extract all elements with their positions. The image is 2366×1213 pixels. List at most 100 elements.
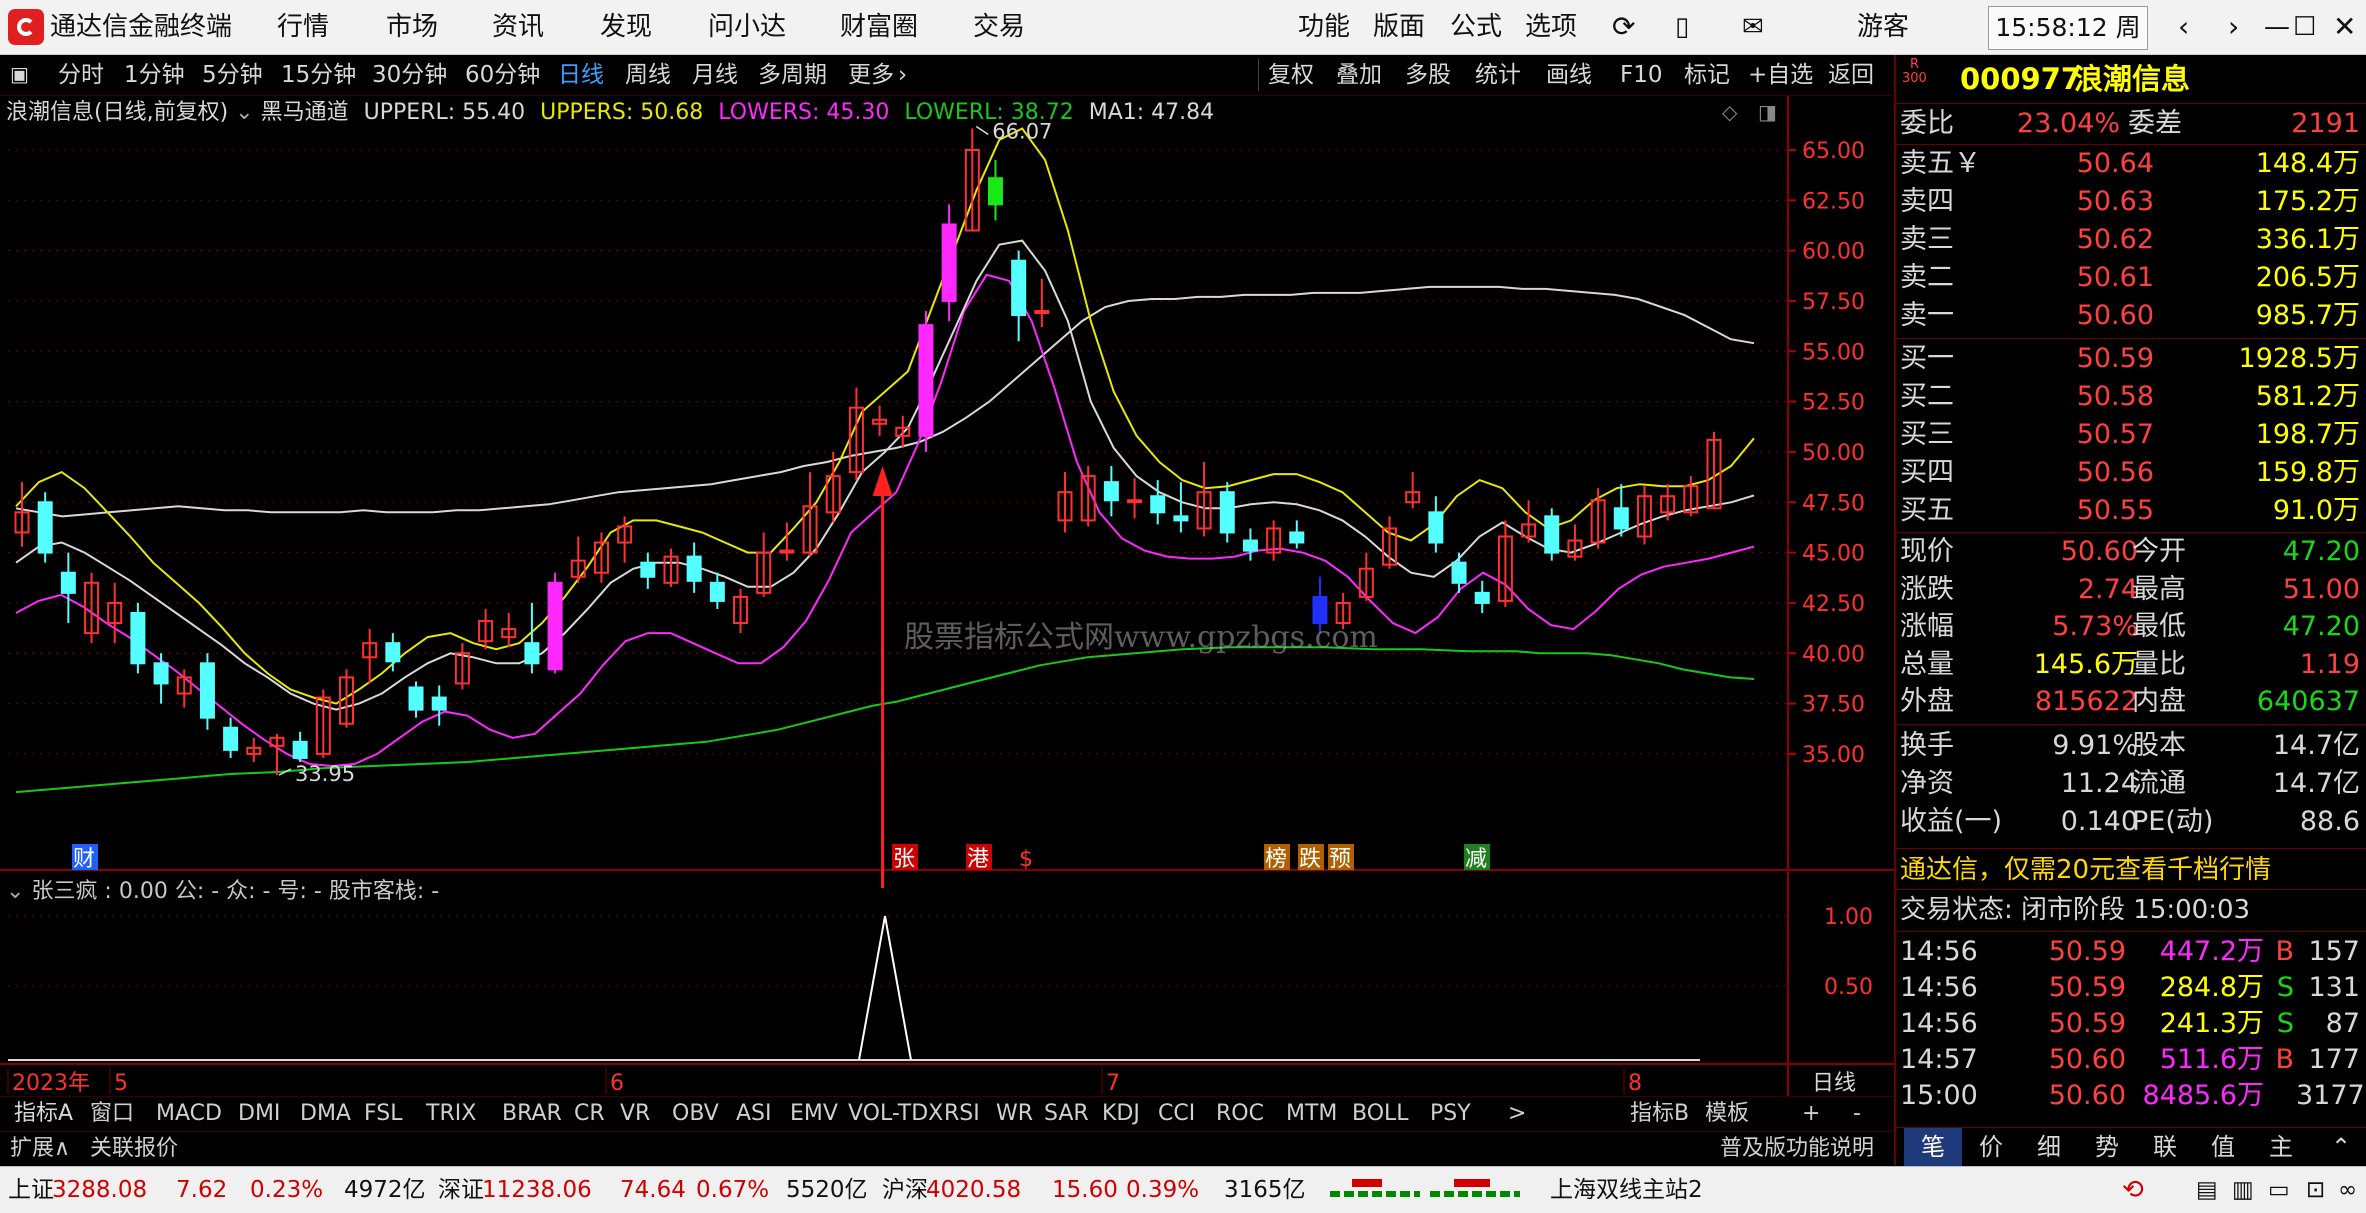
- candle[interactable]: [941, 204, 957, 322]
- phone-icon[interactable]: ▯: [1675, 0, 1689, 54]
- layout-icon[interactable]: ▣: [10, 54, 29, 94]
- candle[interactable]: [733, 588, 749, 634]
- indicator-tab-vr[interactable]: VR: [620, 1097, 650, 1131]
- period-monthly[interactable]: 月线: [692, 55, 738, 95]
- candle[interactable]: [292, 731, 308, 762]
- candle[interactable]: [14, 482, 30, 547]
- quote-tab-4[interactable]: 联: [2136, 1128, 2194, 1166]
- event-marker[interactable]: $: [1019, 847, 1033, 872]
- mail-icon[interactable]: ✉: [1742, 0, 1764, 54]
- event-marker[interactable]: 财: [73, 847, 95, 872]
- action-f10[interactable]: F10: [1620, 55, 1663, 95]
- candle[interactable]: [1358, 552, 1374, 601]
- candle[interactable]: [1613, 484, 1629, 537]
- indicator-tab-dma[interactable]: DMA: [300, 1097, 351, 1131]
- collapse-icon[interactable]: ⌃: [2312, 1128, 2366, 1166]
- candle[interactable]: [1057, 472, 1073, 533]
- menu-hangqing[interactable]: 行情: [277, 0, 329, 54]
- buy-level-1[interactable]: 买一 50.59 1928.5万: [1896, 340, 2366, 378]
- weibi-row[interactable]: 委比 23.04% 委差 2191: [1896, 105, 2366, 143]
- indicator-tab-fsl[interactable]: FSL: [364, 1097, 403, 1131]
- candle[interactable]: [640, 552, 656, 589]
- action-duogu[interactable]: 多股: [1405, 55, 1451, 95]
- action-fuquan[interactable]: 复权: [1268, 55, 1314, 95]
- calculator-icon[interactable]: ▤: [2196, 1167, 2218, 1213]
- tick-row-1[interactable]: 14:56 50.59 284.8万 S 131: [1896, 969, 2366, 1007]
- related-quote-button[interactable]: 关联报价: [90, 1132, 178, 1166]
- candle[interactable]: [501, 612, 517, 648]
- forward-arrow-icon[interactable]: ›: [2228, 0, 2239, 54]
- candle[interactable]: [269, 733, 285, 776]
- period-multi[interactable]: 多周期: [758, 55, 827, 95]
- buy-level-5[interactable]: 买五 50.55 91.0万: [1896, 492, 2366, 530]
- fund-row-1[interactable]: 净资 11.24 流通 14.7亿: [1896, 765, 2366, 803]
- period-more[interactable]: 更多: [848, 55, 894, 95]
- sell-level-3[interactable]: 卖三 50.62 336.1万: [1896, 221, 2366, 259]
- action-back[interactable]: 返回: [1828, 55, 1874, 95]
- stat-row-3[interactable]: 总量 145.6万 量比 1.19: [1896, 646, 2366, 684]
- indicator-tab-[interactable]: >: [1508, 1097, 1526, 1131]
- indicator-right-2[interactable]: +: [1802, 1097, 1820, 1131]
- lock-icon[interactable]: ⊡: [2306, 1167, 2325, 1213]
- candle[interactable]: [663, 548, 679, 587]
- promo-banner[interactable]: 通达信，仅需20元查看千档行情: [1896, 851, 2366, 889]
- candle[interactable]: [37, 492, 53, 563]
- trade-status-row[interactable]: 交易状态: 闭市阶段 15:00:03: [1896, 891, 2366, 929]
- candle[interactable]: [84, 572, 100, 644]
- period-weekly[interactable]: 周线: [625, 55, 671, 95]
- menu-jiaoyi[interactable]: 交易: [973, 0, 1025, 54]
- candle[interactable]: [362, 629, 378, 684]
- indicator-tab-asi[interactable]: ASI: [736, 1097, 772, 1131]
- period-30min[interactable]: 30分钟: [372, 55, 447, 95]
- event-marker[interactable]: 跌: [1299, 847, 1321, 872]
- indicator-tab-kdj[interactable]: KDJ: [1102, 1097, 1140, 1131]
- close-icon[interactable]: ✕: [2333, 0, 2356, 54]
- candle[interactable]: [1428, 496, 1444, 553]
- candle[interactable]: [385, 633, 401, 672]
- candle[interactable]: [1103, 466, 1119, 517]
- action-biaoji[interactable]: 标记: [1684, 55, 1730, 95]
- refresh-icon[interactable]: ⟲: [2122, 1167, 2144, 1213]
- candle[interactable]: [1196, 462, 1212, 537]
- candle[interactable]: [872, 405, 888, 436]
- indicator-right-3[interactable]: -: [1853, 1097, 1861, 1131]
- note-icon[interactable]: ▥: [2232, 1167, 2254, 1213]
- action-tongji[interactable]: 统计: [1475, 55, 1521, 95]
- action-diejia[interactable]: 叠加: [1336, 55, 1382, 95]
- quote-tab-2[interactable]: 细: [2020, 1128, 2078, 1166]
- sell-level-5[interactable]: 卖五￥ 50.64 148.4万: [1896, 145, 2366, 183]
- candle[interactable]: [1173, 482, 1189, 533]
- candle[interactable]: [338, 669, 354, 728]
- back-arrow-icon[interactable]: ‹: [2178, 0, 2189, 54]
- indicator-tab-dmi[interactable]: DMI: [238, 1097, 280, 1131]
- indicator-tab-obv[interactable]: OBV: [672, 1097, 719, 1131]
- window-icon[interactable]: ▭: [2268, 1167, 2290, 1213]
- indicator-tab-[interactable]: 窗口: [90, 1097, 134, 1131]
- candle[interactable]: [1405, 472, 1421, 509]
- candle[interactable]: [547, 572, 563, 674]
- fund-row-0[interactable]: 换手 9.91% 股本 14.7亿: [1896, 727, 2366, 765]
- candle[interactable]: [1567, 524, 1583, 561]
- event-marker[interactable]: 张: [893, 847, 915, 872]
- candle[interactable]: [246, 737, 262, 762]
- hs-label[interactable]: 沪深: [882, 1167, 928, 1213]
- period-60min[interactable]: 60分钟: [465, 55, 540, 95]
- stat-row-0[interactable]: 现价 50.60 今开 47.20: [1896, 533, 2366, 571]
- expand-button[interactable]: 扩展∧: [10, 1132, 70, 1166]
- candle[interactable]: [130, 602, 146, 674]
- candle[interactable]: [153, 653, 169, 704]
- candle[interactable]: [1242, 528, 1258, 561]
- indicator-tab-roc[interactable]: ROC: [1216, 1097, 1264, 1131]
- menu-caifuquan[interactable]: 财富圈: [840, 0, 918, 54]
- indicator-tab-sar[interactable]: SAR: [1044, 1097, 1089, 1131]
- candle[interactable]: [454, 643, 470, 690]
- period-15min[interactable]: 15分钟: [281, 55, 356, 95]
- tick-row-3[interactable]: 14:57 50.60 511.6万 B 177: [1896, 1041, 2366, 1079]
- quote-tab-5[interactable]: 值: [2194, 1128, 2252, 1166]
- menu-wenxiaoda[interactable]: 问小达: [708, 0, 786, 54]
- indicator-tab-macd[interactable]: MACD: [156, 1097, 222, 1131]
- quote-tab-0[interactable]: 笔: [1904, 1128, 1962, 1166]
- menu-shichang[interactable]: 市场: [386, 0, 438, 54]
- chevron-down-icon[interactable]: ⌄: [6, 879, 31, 904]
- indicator-tab-voltdx[interactable]: VOL-TDX: [848, 1097, 943, 1131]
